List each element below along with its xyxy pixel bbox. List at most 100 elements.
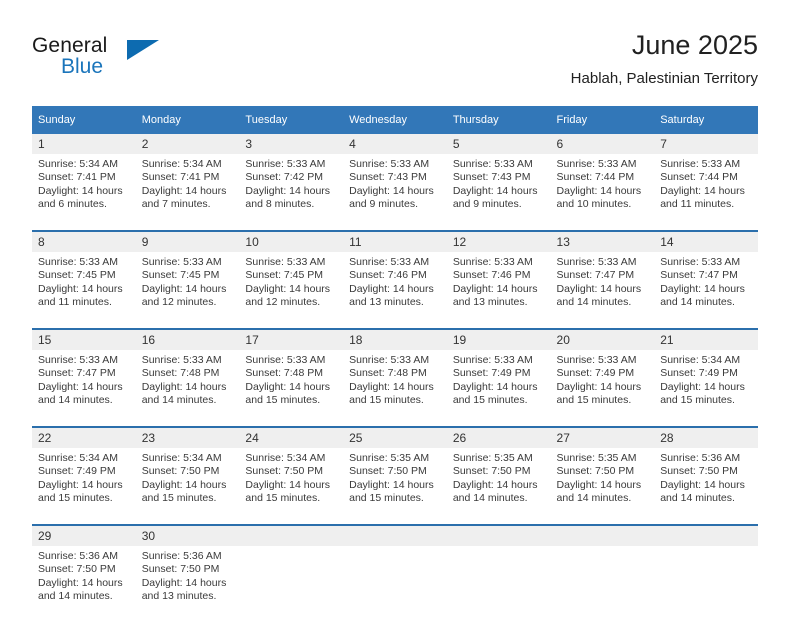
day-number[interactable]: 8 (32, 230, 136, 252)
sunset-text: Sunset: 7:43 PM (349, 171, 427, 184)
sunset-text: Sunset: 7:41 PM (141, 171, 220, 184)
day-number[interactable]: 6 (550, 134, 655, 154)
sunrise-text: Sunrise: 5:33 AM (141, 256, 222, 268)
day-number[interactable]: 3 (239, 134, 344, 154)
day-number[interactable]: 22 (32, 426, 136, 448)
daylight-text-line1: Daylight: 14 hours (141, 576, 227, 589)
sunrise-text: Sunrise: 5:33 AM (245, 256, 326, 268)
day-number[interactable]: 21 (654, 328, 758, 350)
week-2-daynumbers: 8 9 10 11 12 13 14 (32, 230, 758, 252)
day-number[interactable]: 5 (446, 134, 551, 154)
day-number[interactable]: 14 (654, 230, 758, 252)
day-number[interactable]: 20 (550, 328, 655, 350)
day-number[interactable]: 17 (239, 328, 344, 350)
daylight-text-line1: Daylight: 14 hours (349, 184, 434, 197)
daylight-text-line1: Daylight: 14 hours (245, 184, 331, 197)
daylight-text-line2: and 7 minutes. (141, 198, 211, 211)
daylight-text-line2: and 14 minutes. (38, 394, 113, 407)
daylight-text-line1: Daylight: 14 hours (141, 184, 227, 197)
daylight-text-line1: Daylight: 14 hours (38, 282, 123, 295)
daylight-text-line1: Daylight: 14 hours (38, 184, 123, 197)
week-1-details: Sunrise: 5:34 AM Sunset: 7:41 PM Dayligh… (32, 154, 758, 231)
daylight-text-line1: Daylight: 14 hours (245, 282, 331, 295)
sunset-text: Sunset: 7:45 PM (245, 269, 324, 282)
daylight-text-line1: Daylight: 14 hours (556, 184, 642, 197)
page-subtitle: Hablah, Palestinian Territory (570, 70, 758, 87)
day-number[interactable]: 1 (32, 134, 136, 154)
daylight-text-line1: Daylight: 14 hours (245, 380, 331, 393)
page-title: June 2025 (631, 30, 758, 60)
daylight-text-line2: and 11 minutes. (660, 198, 735, 211)
daylight-text-line2: and 13 minutes. (349, 296, 424, 309)
daylight-text-line2: and 14 minutes. (660, 492, 735, 505)
column-header-thursday: Thursday (446, 106, 551, 134)
day-number[interactable]: 4 (343, 134, 447, 154)
sunrise-text: Sunrise: 5:33 AM (452, 354, 533, 366)
sunset-text: Sunset: 7:49 PM (556, 367, 635, 380)
day-number[interactable]: 10 (239, 230, 344, 252)
day-cell: Sunrise: 5:33 AM Sunset: 7:48 PM Dayligh… (239, 350, 344, 427)
calendar-page: General Blue June 2025 Hablah, Palestini… (0, 0, 792, 622)
sunrise-text: Sunrise: 5:35 AM (349, 452, 430, 464)
daylight-text-line2: and 14 minutes. (660, 296, 735, 309)
week-4-daynumbers: 22 23 24 25 26 27 28 (32, 426, 758, 448)
day-number-empty (654, 524, 758, 546)
daylight-text-line2: and 14 minutes. (556, 296, 632, 309)
daylight-text-line1: Daylight: 14 hours (660, 380, 745, 393)
daylight-text-line2: and 11 minutes. (38, 296, 112, 309)
day-number[interactable]: 9 (135, 230, 240, 252)
sunset-text: Sunset: 7:45 PM (38, 269, 116, 282)
day-number[interactable]: 13 (550, 230, 655, 252)
week-3-daynumbers: 15 16 17 18 19 20 21 (32, 328, 758, 350)
week-5-daynumbers: 29 30 (32, 524, 758, 546)
daylight-text-line2: and 14 minutes. (556, 492, 632, 505)
daylight-text-line1: Daylight: 14 hours (556, 478, 642, 491)
day-number[interactable]: 19 (446, 328, 551, 350)
daylight-text-line2: and 14 minutes. (141, 394, 217, 407)
day-number[interactable]: 11 (343, 230, 447, 252)
daylight-text-line2: and 9 minutes. (349, 198, 418, 211)
week-1-daynumbers: 1 2 3 4 5 6 7 (32, 134, 758, 154)
day-cell: Sunrise: 5:33 AM Sunset: 7:46 PM Dayligh… (343, 252, 447, 329)
daylight-text-line2: and 15 minutes. (141, 492, 217, 505)
day-number[interactable]: 26 (446, 426, 551, 448)
day-cell: Sunrise: 5:33 AM Sunset: 7:48 PM Dayligh… (135, 350, 240, 427)
day-number[interactable]: 7 (654, 134, 758, 154)
day-cell: Sunrise: 5:34 AM Sunset: 7:50 PM Dayligh… (239, 448, 344, 525)
daylight-text-line1: Daylight: 14 hours (660, 184, 745, 197)
day-number[interactable]: 18 (343, 328, 447, 350)
day-number[interactable]: 25 (343, 426, 447, 448)
sunset-text: Sunset: 7:50 PM (38, 563, 116, 576)
day-number[interactable]: 30 (135, 524, 240, 546)
day-cell-empty (550, 546, 655, 622)
day-number[interactable]: 27 (550, 426, 655, 448)
column-header-saturday: Saturday (654, 106, 758, 134)
week-3-details: Sunrise: 5:33 AM Sunset: 7:47 PM Dayligh… (32, 350, 758, 427)
day-cell: Sunrise: 5:35 AM Sunset: 7:50 PM Dayligh… (550, 448, 655, 525)
day-number[interactable]: 28 (654, 426, 758, 448)
sunset-text: Sunset: 7:47 PM (660, 269, 738, 282)
day-cell: Sunrise: 5:33 AM Sunset: 7:44 PM Dayligh… (654, 154, 758, 231)
day-number[interactable]: 15 (32, 328, 136, 350)
calendar-header-row: Sunday Monday Tuesday Wednesday Thursday… (32, 106, 758, 134)
day-cell: Sunrise: 5:36 AM Sunset: 7:50 PM Dayligh… (32, 546, 136, 622)
day-cell: Sunrise: 5:33 AM Sunset: 7:42 PM Dayligh… (239, 154, 344, 231)
daylight-text-line2: and 15 minutes. (38, 492, 113, 505)
daylight-text-line1: Daylight: 14 hours (556, 380, 642, 393)
day-cell-empty (239, 546, 344, 622)
daylight-text-line1: Daylight: 14 hours (452, 380, 538, 393)
daylight-text-line2: and 15 minutes. (245, 492, 321, 505)
day-cell: Sunrise: 5:34 AM Sunset: 7:41 PM Dayligh… (135, 154, 240, 231)
day-number[interactable]: 23 (135, 426, 240, 448)
day-number[interactable]: 29 (32, 524, 136, 546)
day-number[interactable]: 24 (239, 426, 344, 448)
day-number[interactable]: 16 (135, 328, 240, 350)
column-header-friday: Friday (550, 106, 655, 134)
day-number[interactable]: 12 (446, 230, 551, 252)
logo-text-blue: Blue (61, 55, 104, 78)
sunset-text: Sunset: 7:45 PM (141, 269, 220, 282)
daylight-text-line2: and 15 minutes. (349, 492, 424, 505)
sunrise-text: Sunrise: 5:33 AM (556, 354, 637, 366)
sunset-text: Sunset: 7:46 PM (452, 269, 531, 282)
day-number[interactable]: 2 (135, 134, 240, 154)
